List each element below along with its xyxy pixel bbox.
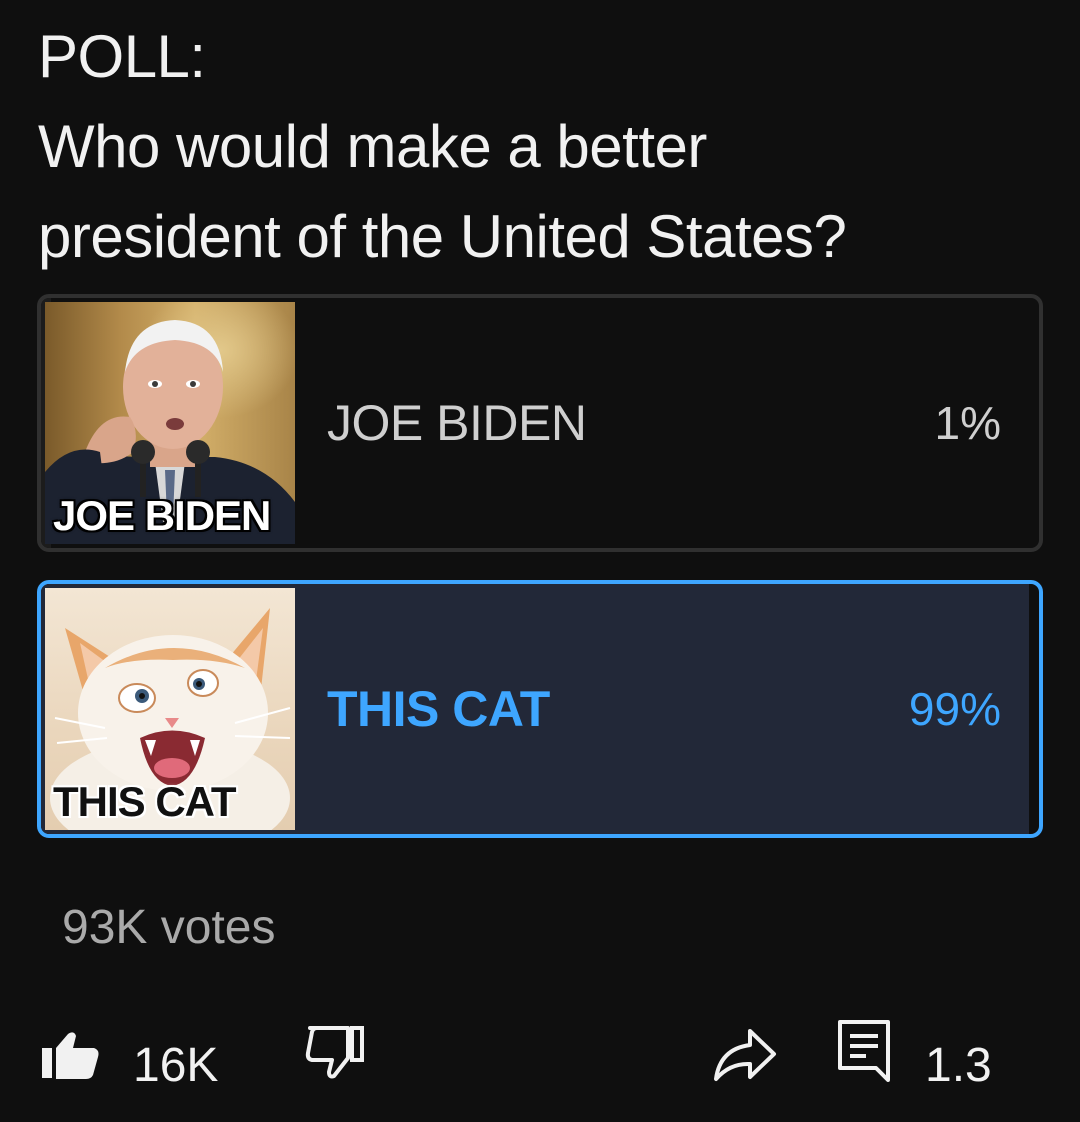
comment-icon xyxy=(838,1020,890,1082)
poll-option-joe-biden[interactable]: JOE BIDEN JOE BIDEN 1% xyxy=(37,294,1043,552)
poll-question-line-2: president of the United States? xyxy=(38,203,847,270)
thumbs-down-icon xyxy=(305,1026,364,1079)
share-button[interactable] xyxy=(712,1025,778,1083)
poll-option-image-cat: THIS CAT xyxy=(45,588,295,830)
image-caption: THIS CAT xyxy=(53,778,237,825)
poll-question-line-1: Who would make a better xyxy=(38,113,707,180)
dislike-button[interactable] xyxy=(302,1020,366,1080)
poll-option-label: JOE BIDEN xyxy=(327,395,587,451)
poll-option-percent: 1% xyxy=(934,397,1001,449)
like-button[interactable] xyxy=(40,1030,100,1080)
thumbs-up-icon xyxy=(42,1032,99,1079)
poll-question: POLL: Who would make a better president … xyxy=(38,12,1048,282)
poll-heading: POLL: xyxy=(38,23,206,90)
share-icon xyxy=(714,1029,776,1081)
image-caption: JOE BIDEN xyxy=(53,492,271,539)
comment-button[interactable] xyxy=(836,1018,892,1084)
poll-option-label: THIS CAT xyxy=(327,681,550,737)
like-count: 16K xyxy=(133,1039,219,1092)
vote-count: 93K votes xyxy=(62,901,276,954)
poll-option-percent: 99% xyxy=(908,683,1001,735)
comment-count: 1.3 xyxy=(925,1039,992,1092)
poll-option-image-biden: JOE BIDEN xyxy=(45,302,295,544)
poll-option-this-cat[interactable]: THIS CAT THIS CAT 99% xyxy=(37,580,1043,838)
